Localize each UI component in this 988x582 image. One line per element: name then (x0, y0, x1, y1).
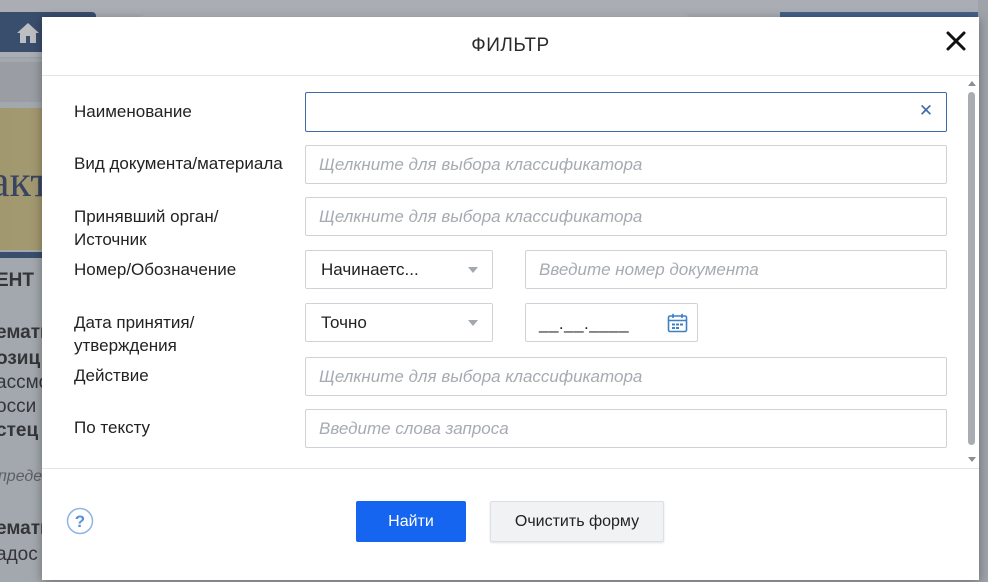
doc-type-input[interactable] (306, 146, 946, 183)
dialog-footer: ? Найти Очистить форму (42, 468, 979, 580)
date-label-line2: утверждения (74, 336, 177, 355)
authority-label-line1: Принявший орган/ (74, 207, 219, 226)
clear-form-button[interactable]: Очистить форму (490, 501, 664, 542)
scroll-up-arrow-icon[interactable] (968, 81, 976, 86)
date-label-line1: Дата принятия/ (74, 313, 195, 332)
chevron-down-icon (468, 320, 478, 326)
form-scrollbar[interactable] (964, 79, 979, 468)
authority-field (305, 197, 947, 236)
doc-type-label: Вид документа/материала (74, 154, 283, 173)
date-mode-select[interactable]: Точно (305, 303, 493, 342)
authority-label-line2: Источник (74, 230, 147, 249)
name-field: ✕ (305, 92, 947, 132)
scroll-thumb[interactable] (968, 92, 975, 445)
scroll-down-arrow-icon[interactable] (968, 457, 976, 462)
filter-form: Наименование ✕ Вид документа/материала П… (42, 77, 979, 468)
number-mode-select[interactable]: Начинаетс... (305, 250, 493, 289)
number-mode-value: Начинаетс... (321, 260, 419, 279)
text-search-label: По тексту (74, 418, 151, 437)
authority-label: Принявший орган/ Источник (74, 205, 218, 251)
calendar-icon[interactable] (667, 313, 688, 333)
text-search-field (305, 409, 947, 448)
text-search-input[interactable] (306, 410, 946, 447)
find-button[interactable]: Найти (356, 501, 466, 542)
date-label: Дата принятия/ утверждения (74, 311, 194, 357)
svg-text:?: ? (75, 512, 85, 531)
authority-input[interactable] (306, 198, 946, 235)
number-input[interactable] (526, 251, 946, 288)
date-field[interactable]: __.__.____ (525, 303, 698, 342)
dialog-title: ФИЛЬТР (471, 35, 550, 56)
name-input[interactable] (306, 93, 946, 131)
date-mode-value: Точно (321, 313, 367, 332)
action-field (305, 357, 947, 396)
filter-dialog: ФИЛЬТР Наименование ✕ Вид документа/мате… (42, 17, 979, 580)
name-label: Наименование (74, 102, 192, 121)
chevron-down-icon (468, 267, 478, 273)
close-icon (946, 31, 966, 51)
date-input-mask: __.__.____ (539, 314, 630, 333)
number-label: Номер/Обозначение (74, 260, 237, 279)
dialog-header: ФИЛЬТР (42, 17, 979, 76)
action-label: Действие (74, 366, 149, 385)
close-button[interactable] (942, 27, 970, 55)
action-input[interactable] (306, 358, 946, 395)
number-field (525, 250, 947, 289)
help-icon[interactable]: ? (66, 507, 94, 535)
clear-icon[interactable]: ✕ (918, 102, 934, 119)
doc-type-field (305, 145, 947, 184)
